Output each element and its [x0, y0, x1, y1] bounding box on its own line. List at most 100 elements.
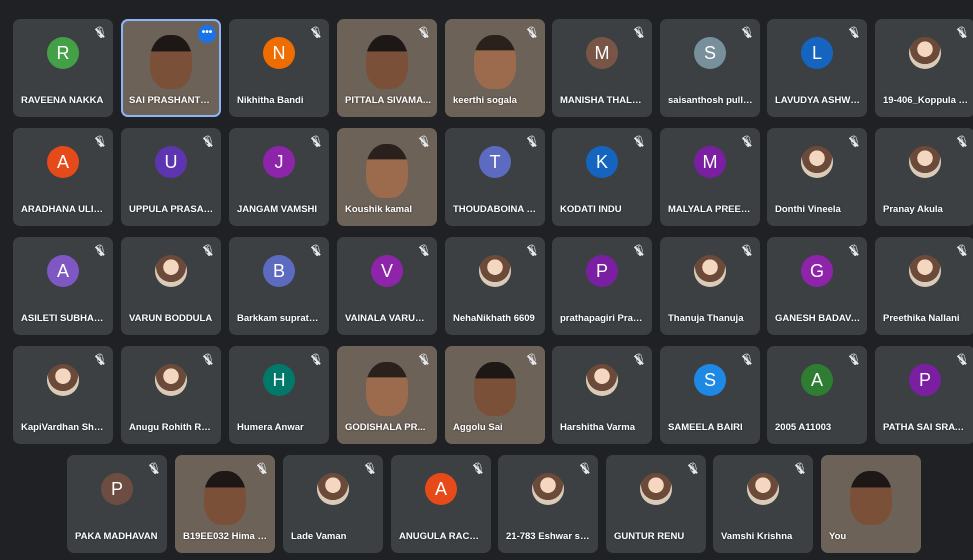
- mic-off-icon: 🎙: [201, 245, 215, 257]
- participant-tile[interactable]: 🎙 Pranay Akula: [875, 128, 973, 226]
- participant-tile[interactable]: A 🎙 ASILETI SUBHASH: [13, 237, 113, 335]
- mic-off-icon: 🎙: [740, 354, 754, 366]
- participant-tile[interactable]: 🎙 Anugu Rohith Red...: [121, 346, 221, 444]
- participant-tile[interactable]: 🎙 Harshitha Varma: [552, 346, 652, 444]
- participant-tile[interactable]: 🎙 PITTALA SIVAMA...: [337, 19, 437, 117]
- profile-photo: [586, 364, 618, 396]
- avatar: T: [479, 146, 511, 178]
- profile-photo: [155, 255, 187, 287]
- mic-off-icon: 🎙: [578, 463, 592, 475]
- participant-tile[interactable]: 🎙 VARUN BODDULA: [121, 237, 221, 335]
- participant-tile[interactable]: A 🎙 2005 A11003: [767, 346, 867, 444]
- participant-tile[interactable]: H 🎙 Humera Anwar: [229, 346, 329, 444]
- participant-tile[interactable]: 🎙 Koushik kamal: [337, 128, 437, 226]
- participant-name: JANGAM VAMSHI: [237, 204, 318, 215]
- participant-name: SAI PRASHANTH ...: [129, 95, 215, 106]
- participant-tile[interactable]: 🎙 21-783 Eshwar sai.k: [498, 455, 598, 553]
- participant-tile[interactable]: M 🎙 MANISHA THALLA...: [552, 19, 652, 117]
- participant-tile[interactable]: 🎙 GUNTUR RENU: [606, 455, 706, 553]
- participant-tile[interactable]: 🎙 keerthi sogala: [445, 19, 545, 117]
- participant-tile[interactable]: 🎙 Preethika Nallani: [875, 237, 973, 335]
- participant-tile[interactable]: 🎙 Donthi Vineela: [767, 128, 867, 226]
- mic-off-icon: 🎙: [93, 354, 107, 366]
- mic-off-icon: 🎙: [201, 136, 215, 148]
- participant-name: Harshitha Varma: [560, 422, 635, 433]
- avatar: A: [47, 146, 79, 178]
- participant-tile[interactable]: 🎙 Vamshi Krishna: [713, 455, 813, 553]
- participant-name: PITTALA SIVAMA...: [345, 95, 431, 106]
- participant-tile[interactable]: P 🎙 prathapagiri Prag...: [552, 237, 652, 335]
- avatar: S: [694, 37, 726, 69]
- participant-tile[interactable]: 🎙 GODISHALA PR...: [337, 346, 437, 444]
- participant-tile[interactable]: 🎙 Thanuja Thanuja: [660, 237, 760, 335]
- avatar: S: [694, 364, 726, 396]
- participant-tile[interactable]: U 🎙 UPPULA PRASAN...: [121, 128, 221, 226]
- participant-tile[interactable]: N 🎙 Nikhitha Bandi: [229, 19, 329, 117]
- participant-name: ASILETI SUBHASH: [21, 313, 107, 324]
- participant-tile[interactable]: 🎙 Aggolu Sai: [445, 346, 545, 444]
- mic-off-icon: 🎙: [847, 354, 861, 366]
- participant-name: LAVUDYA ASHWINI: [775, 95, 861, 106]
- participant-tile[interactable]: M 🎙 MALYALA PREETH...: [660, 128, 760, 226]
- participant-tile[interactable]: S 🎙 SAMEELA BAIRI: [660, 346, 760, 444]
- participant-tile[interactable]: ••• SAI PRASHANTH ...: [121, 19, 221, 117]
- participant-tile[interactable]: 🎙 KapiVardhan Shar...: [13, 346, 113, 444]
- participant-tile[interactable]: You: [821, 455, 921, 553]
- participant-tile[interactable]: A 🎙 ANUGULA RACHA...: [391, 455, 491, 553]
- profile-photo: [532, 473, 564, 505]
- participant-name: VAINALA VARUN T...: [345, 313, 431, 324]
- participant-tile[interactable]: T 🎙 THOUDABOINA S...: [445, 128, 545, 226]
- participant-tile[interactable]: 🎙 Lade Vaman: [283, 455, 383, 553]
- participant-tile[interactable]: R 🎙 RAVEENA NAKKA: [13, 19, 113, 117]
- participant-tile[interactable]: L 🎙 LAVUDYA ASHWINI: [767, 19, 867, 117]
- mic-off-icon: 🎙: [471, 463, 485, 475]
- mic-off-icon: 🎙: [740, 27, 754, 39]
- participant-name: 2005 A11003: [775, 422, 832, 433]
- participant-tile[interactable]: G 🎙 GANESH BADAVA...: [767, 237, 867, 335]
- mic-off-icon: 🎙: [525, 354, 539, 366]
- participant-tile[interactable]: S 🎙 saisanthosh pulluri: [660, 19, 760, 117]
- participant-name: GANESH BADAVA...: [775, 313, 861, 324]
- mic-off-icon: 🎙: [632, 27, 646, 39]
- video-feed: [474, 362, 516, 416]
- participant-tile[interactable]: B 🎙 Barkkam suprathika: [229, 237, 329, 335]
- mic-off-icon: 🎙: [955, 27, 969, 39]
- participant-tile[interactable]: J 🎙 JANGAM VAMSHI: [229, 128, 329, 226]
- mic-off-icon: 🎙: [417, 245, 431, 257]
- participant-name: RAVEENA NAKKA: [21, 95, 104, 106]
- participant-name: PAKA MADHAVAN: [75, 531, 158, 542]
- video-feed: [150, 35, 192, 89]
- participant-tile[interactable]: A 🎙 ARADHANA ULIRA...: [13, 128, 113, 226]
- profile-photo: [694, 255, 726, 287]
- participant-tile[interactable]: 🎙 19-406_Koppula S...: [875, 19, 973, 117]
- participant-tile[interactable]: P 🎙 PATHA SAI SRAVAN: [875, 346, 973, 444]
- avatar: J: [263, 146, 295, 178]
- profile-photo: [479, 255, 511, 287]
- profile-photo: [909, 146, 941, 178]
- mic-off-icon: 🎙: [93, 245, 107, 257]
- participant-name: keerthi sogala: [453, 95, 517, 106]
- avatar: A: [801, 364, 833, 396]
- video-feed: [204, 471, 246, 525]
- more-options-icon[interactable]: •••: [198, 25, 216, 43]
- participant-name: Vamshi Krishna: [721, 531, 793, 542]
- participant-name: Thanuja Thanuja: [668, 313, 744, 324]
- mic-off-icon: 🎙: [686, 463, 700, 475]
- video-feed: [474, 35, 516, 89]
- avatar: N: [263, 37, 295, 69]
- mic-off-icon: 🎙: [955, 136, 969, 148]
- participant-tile[interactable]: K 🎙 KODATI INDU: [552, 128, 652, 226]
- profile-photo: [47, 364, 79, 396]
- avatar: R: [47, 37, 79, 69]
- avatar: V: [371, 255, 403, 287]
- avatar: A: [425, 473, 457, 505]
- participant-tile[interactable]: 🎙 B19EE032 Hima v...: [175, 455, 275, 553]
- participant-tile[interactable]: V 🎙 VAINALA VARUN T...: [337, 237, 437, 335]
- mic-off-icon: 🎙: [309, 245, 323, 257]
- mic-off-icon: 🎙: [740, 136, 754, 148]
- participant-tile[interactable]: 🎙 NehaNikhath 6609: [445, 237, 545, 335]
- participant-tile[interactable]: P 🎙 PAKA MADHAVAN: [67, 455, 167, 553]
- participant-name: NehaNikhath 6609: [453, 313, 535, 324]
- mic-off-icon: 🎙: [955, 245, 969, 257]
- participant-name: GODISHALA PR...: [345, 422, 426, 433]
